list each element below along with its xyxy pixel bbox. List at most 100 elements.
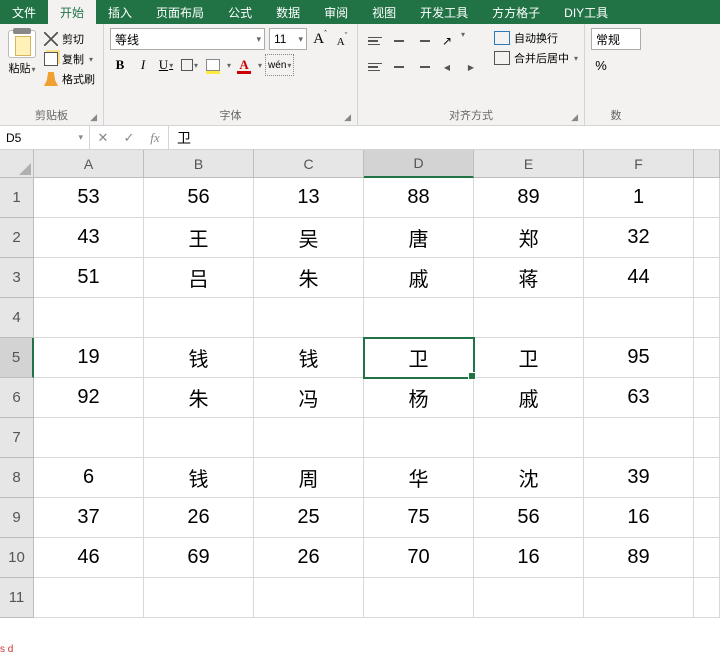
spreadsheet-grid[interactable]: 153561388891243王吴唐郑32351吕朱戚蒋444519钱钱卫卫95… xyxy=(0,178,720,618)
paste-button[interactable]: 粘贴▾ xyxy=(8,60,35,76)
col-header-E[interactable]: E xyxy=(474,150,584,178)
cell-D3[interactable]: 戚 xyxy=(364,258,474,298)
cell-E9[interactable]: 56 xyxy=(474,498,584,538)
row-header-6[interactable]: 6 xyxy=(0,378,34,418)
cell-D7[interactable] xyxy=(364,418,474,458)
format-painter-button[interactable]: 格式刷 xyxy=(42,70,97,88)
wrap-text-button[interactable]: 自动换行 xyxy=(494,30,578,46)
cell-A10[interactable]: 46 xyxy=(34,538,144,578)
font-name-select[interactable]: 等线 xyxy=(110,28,265,50)
row-header-5[interactable]: 5 xyxy=(0,338,34,378)
cell-C7[interactable] xyxy=(254,418,364,458)
cell-G10[interactable] xyxy=(694,538,720,578)
copy-button[interactable]: 复制▾ xyxy=(42,50,97,68)
border-button[interactable]: ▾ xyxy=(179,54,200,76)
number-format-select[interactable]: 常规 xyxy=(591,28,641,50)
align-center-button[interactable] xyxy=(388,56,410,78)
col-header-C[interactable]: C xyxy=(254,150,364,178)
cell-D4[interactable] xyxy=(364,298,474,338)
cell-A1[interactable]: 53 xyxy=(34,178,144,218)
cell-F8[interactable]: 39 xyxy=(584,458,694,498)
cut-button[interactable]: 剪切 xyxy=(42,30,97,48)
cell-C4[interactable] xyxy=(254,298,364,338)
underline-button[interactable]: U▾ xyxy=(156,54,176,76)
cell-G7[interactable] xyxy=(694,418,720,458)
cell-B3[interactable]: 吕 xyxy=(144,258,254,298)
cell-G6[interactable] xyxy=(694,378,720,418)
name-box[interactable]: D5 xyxy=(0,126,90,149)
tab-layout[interactable]: 页面布局 xyxy=(144,0,216,24)
cell-G3[interactable] xyxy=(694,258,720,298)
font-color-button[interactable]: A xyxy=(234,54,254,76)
cell-A5[interactable]: 19 xyxy=(34,338,144,378)
row-header-4[interactable]: 4 xyxy=(0,298,34,338)
cell-A9[interactable]: 37 xyxy=(34,498,144,538)
cell-F6[interactable]: 63 xyxy=(584,378,694,418)
cell-D6[interactable]: 杨 xyxy=(364,378,474,418)
row-header-9[interactable]: 9 xyxy=(0,498,34,538)
fill-color-button[interactable] xyxy=(203,54,223,76)
expand-icon[interactable]: ◢ xyxy=(571,112,578,123)
cell-D9[interactable]: 75 xyxy=(364,498,474,538)
row-header-7[interactable]: 7 xyxy=(0,418,34,458)
increase-font-button[interactable]: A xyxy=(311,29,329,49)
cell-E2[interactable]: 郑 xyxy=(474,218,584,258)
phonetic-button[interactable]: wén▾ xyxy=(265,54,294,76)
row-header-3[interactable]: 3 xyxy=(0,258,34,298)
cell-A2[interactable]: 43 xyxy=(34,218,144,258)
cell-A11[interactable] xyxy=(34,578,144,618)
cell-B4[interactable] xyxy=(144,298,254,338)
expand-icon[interactable]: ◢ xyxy=(90,112,97,123)
accept-formula-button[interactable]: ✓ xyxy=(116,130,142,146)
col-header-F[interactable]: F xyxy=(584,150,694,178)
cell-B7[interactable] xyxy=(144,418,254,458)
cell-B11[interactable] xyxy=(144,578,254,618)
cell-B5[interactable]: 钱 xyxy=(144,338,254,378)
cell-C1[interactable]: 13 xyxy=(254,178,364,218)
cell-E1[interactable]: 89 xyxy=(474,178,584,218)
col-header-D[interactable]: D xyxy=(364,150,474,178)
col-header-A[interactable]: A xyxy=(34,150,144,178)
cell-B9[interactable]: 26 xyxy=(144,498,254,538)
cell-B8[interactable]: 钱 xyxy=(144,458,254,498)
increase-indent-button[interactable] xyxy=(460,56,482,78)
cell-G5[interactable] xyxy=(694,338,720,378)
cell-B10[interactable]: 69 xyxy=(144,538,254,578)
tab-diy[interactable]: DIY工具 xyxy=(552,0,620,24)
decrease-indent-button[interactable] xyxy=(436,56,458,78)
cancel-formula-button[interactable]: ✕ xyxy=(90,130,116,146)
percent-button[interactable]: % xyxy=(591,54,611,76)
cell-F5[interactable]: 95 xyxy=(584,338,694,378)
cell-E7[interactable] xyxy=(474,418,584,458)
expand-icon[interactable]: ◢ xyxy=(344,112,351,123)
italic-button[interactable]: I xyxy=(133,54,153,76)
cell-F2[interactable]: 32 xyxy=(584,218,694,258)
cell-F11[interactable] xyxy=(584,578,694,618)
cell-D1[interactable]: 88 xyxy=(364,178,474,218)
tab-home[interactable]: 开始 xyxy=(48,0,96,24)
cell-A3[interactable]: 51 xyxy=(34,258,144,298)
row-header-10[interactable]: 10 xyxy=(0,538,34,578)
cell-D11[interactable] xyxy=(364,578,474,618)
tab-review[interactable]: 审阅 xyxy=(312,0,360,24)
align-right-button[interactable] xyxy=(412,56,434,78)
cell-B1[interactable]: 56 xyxy=(144,178,254,218)
cell-F9[interactable]: 16 xyxy=(584,498,694,538)
align-top-button[interactable] xyxy=(364,30,386,52)
tab-dev[interactable]: 开发工具 xyxy=(408,0,480,24)
cell-E6[interactable]: 戚 xyxy=(474,378,584,418)
cell-E3[interactable]: 蒋 xyxy=(474,258,584,298)
cell-F1[interactable]: 1 xyxy=(584,178,694,218)
cell-A4[interactable] xyxy=(34,298,144,338)
cell-G9[interactable] xyxy=(694,498,720,538)
bold-button[interactable]: B xyxy=(110,54,130,76)
cell-G2[interactable] xyxy=(694,218,720,258)
cell-C2[interactable]: 吴 xyxy=(254,218,364,258)
cell-C6[interactable]: 冯 xyxy=(254,378,364,418)
col-header-next[interactable] xyxy=(694,150,720,178)
cell-F7[interactable] xyxy=(584,418,694,458)
tab-ffgz[interactable]: 方方格子 xyxy=(480,0,552,24)
select-all-corner[interactable] xyxy=(0,150,34,178)
align-left-button[interactable] xyxy=(364,56,386,78)
cell-A7[interactable] xyxy=(34,418,144,458)
